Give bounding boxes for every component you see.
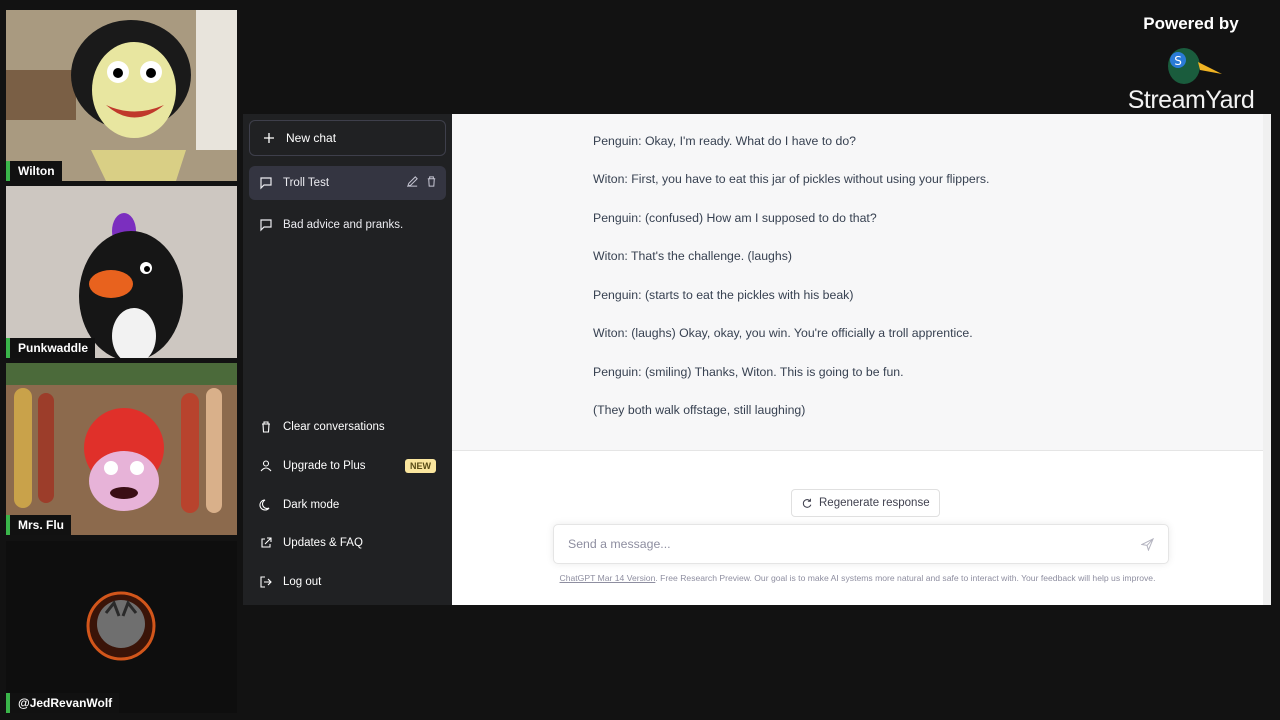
- video-tile-jedrevanwolf: @JedRevanWolf: [6, 541, 237, 713]
- participant-name: Punkwaddle: [6, 338, 96, 358]
- new-chat-label: New chat: [286, 131, 337, 145]
- chat-bubble-icon: [260, 177, 272, 190]
- message-input[interactable]: [566, 536, 1130, 552]
- participant-name: Mrs. Flu: [6, 515, 72, 535]
- video-tile-mrs-flu: Mrs. Flu: [6, 363, 237, 535]
- conversation-label: Troll Test: [283, 177, 330, 189]
- upgrade-label: Upgrade to Plus: [283, 459, 366, 472]
- video-tile-punkwaddle: Punkwaddle: [6, 186, 237, 358]
- svg-text:S: S: [1174, 54, 1182, 68]
- upgrade-to-plus-button[interactable]: Upgrade to Plus NEW: [249, 447, 446, 486]
- trash-icon: [262, 421, 270, 433]
- disclaimer-text: . Free Research Preview. Our goal is to …: [655, 573, 1156, 583]
- streamyard-wordmark: StreamYard: [1127, 86, 1255, 114]
- chat-main-area: Penguin: Okay, I'm ready. What do I have…: [452, 114, 1271, 605]
- updates-faq-link[interactable]: Updates & FAQ: [249, 524, 446, 563]
- dark-mode-toggle[interactable]: Dark mode: [249, 485, 446, 524]
- moon-icon: [259, 498, 270, 510]
- response-line: Penguin: (starts to eat the pickles with…: [593, 288, 854, 302]
- streamyard-duck-icon: S: [1168, 48, 1222, 84]
- log-out-label: Log out: [283, 575, 322, 588]
- response-line: Penguin: (smiling) Thanks, Witon. This i…: [593, 365, 904, 379]
- response-line: Penguin: (confused) How am I supposed to…: [593, 211, 877, 225]
- new-badge: NEW: [405, 458, 436, 473]
- regenerate-label: Regenerate response: [819, 497, 930, 509]
- chat-bubble-icon: [260, 219, 272, 232]
- version-link[interactable]: ChatGPT Mar 14 Version: [560, 573, 656, 583]
- conversation-actions: [406, 175, 438, 188]
- response-line: (They both walk offstage, still laughing…: [593, 403, 806, 417]
- conversation-troll-test[interactable]: Troll Test: [249, 166, 446, 200]
- response-line: Penguin: Okay, I'm ready. What do I have…: [593, 134, 857, 148]
- log-out-button[interactable]: Log out: [249, 562, 446, 601]
- footer-disclaimer: ChatGPT Mar 14 Version. Free Research Pr…: [452, 573, 1263, 583]
- powered-by-text: Powered by: [1143, 14, 1239, 33]
- response-line: Witon: First, you have to eat this jar o…: [593, 172, 990, 186]
- clear-conversations-label: Clear conversations: [283, 421, 385, 434]
- wolf-avatar-image: [6, 541, 237, 713]
- response-line: Witon: (laughs) Okay, okay, you win. You…: [593, 326, 973, 340]
- penguin-puppet-image: [6, 186, 237, 358]
- video-tile-wilton: Wilton: [6, 10, 237, 181]
- regenerate-response-button[interactable]: Regenerate response: [791, 489, 940, 517]
- troll-puppet-image: [6, 10, 237, 181]
- dark-mode-label: Dark mode: [283, 498, 340, 511]
- response-line: Witon: That's the challenge. (laughs): [593, 249, 792, 263]
- chatgpt-window: New chat Troll Test Bad advice and prank…: [243, 114, 1271, 605]
- user-icon: [260, 460, 272, 472]
- conversation-label: Bad advice and pranks.: [283, 219, 404, 231]
- new-chat-button[interactable]: New chat: [249, 120, 446, 156]
- send-icon[interactable]: [1141, 538, 1154, 551]
- participant-name: @JedRevanWolf: [6, 693, 120, 713]
- external-link-icon: [261, 537, 272, 548]
- edit-pencil-icon[interactable]: [406, 175, 419, 188]
- flu-puppet-image: [6, 363, 237, 535]
- trash-icon[interactable]: [425, 175, 438, 188]
- sidebar-footer-menu: Clear conversations Upgrade to Plus NEW …: [249, 408, 446, 601]
- streamyard-branding: Powered by S StreamYard: [1116, 14, 1266, 115]
- assistant-response: Penguin: Okay, I'm ready. What do I have…: [452, 114, 1263, 451]
- clear-conversations-button[interactable]: Clear conversations: [249, 408, 446, 447]
- conversation-bad-advice[interactable]: Bad advice and pranks.: [249, 208, 446, 242]
- participant-name: Wilton: [6, 161, 62, 181]
- refresh-icon: [802, 498, 812, 508]
- logout-icon: [260, 576, 272, 588]
- message-composer: [553, 524, 1169, 564]
- sidebar: New chat Troll Test Bad advice and prank…: [243, 114, 452, 605]
- updates-faq-label: Updates & FAQ: [283, 537, 363, 550]
- plus-icon: [264, 133, 274, 143]
